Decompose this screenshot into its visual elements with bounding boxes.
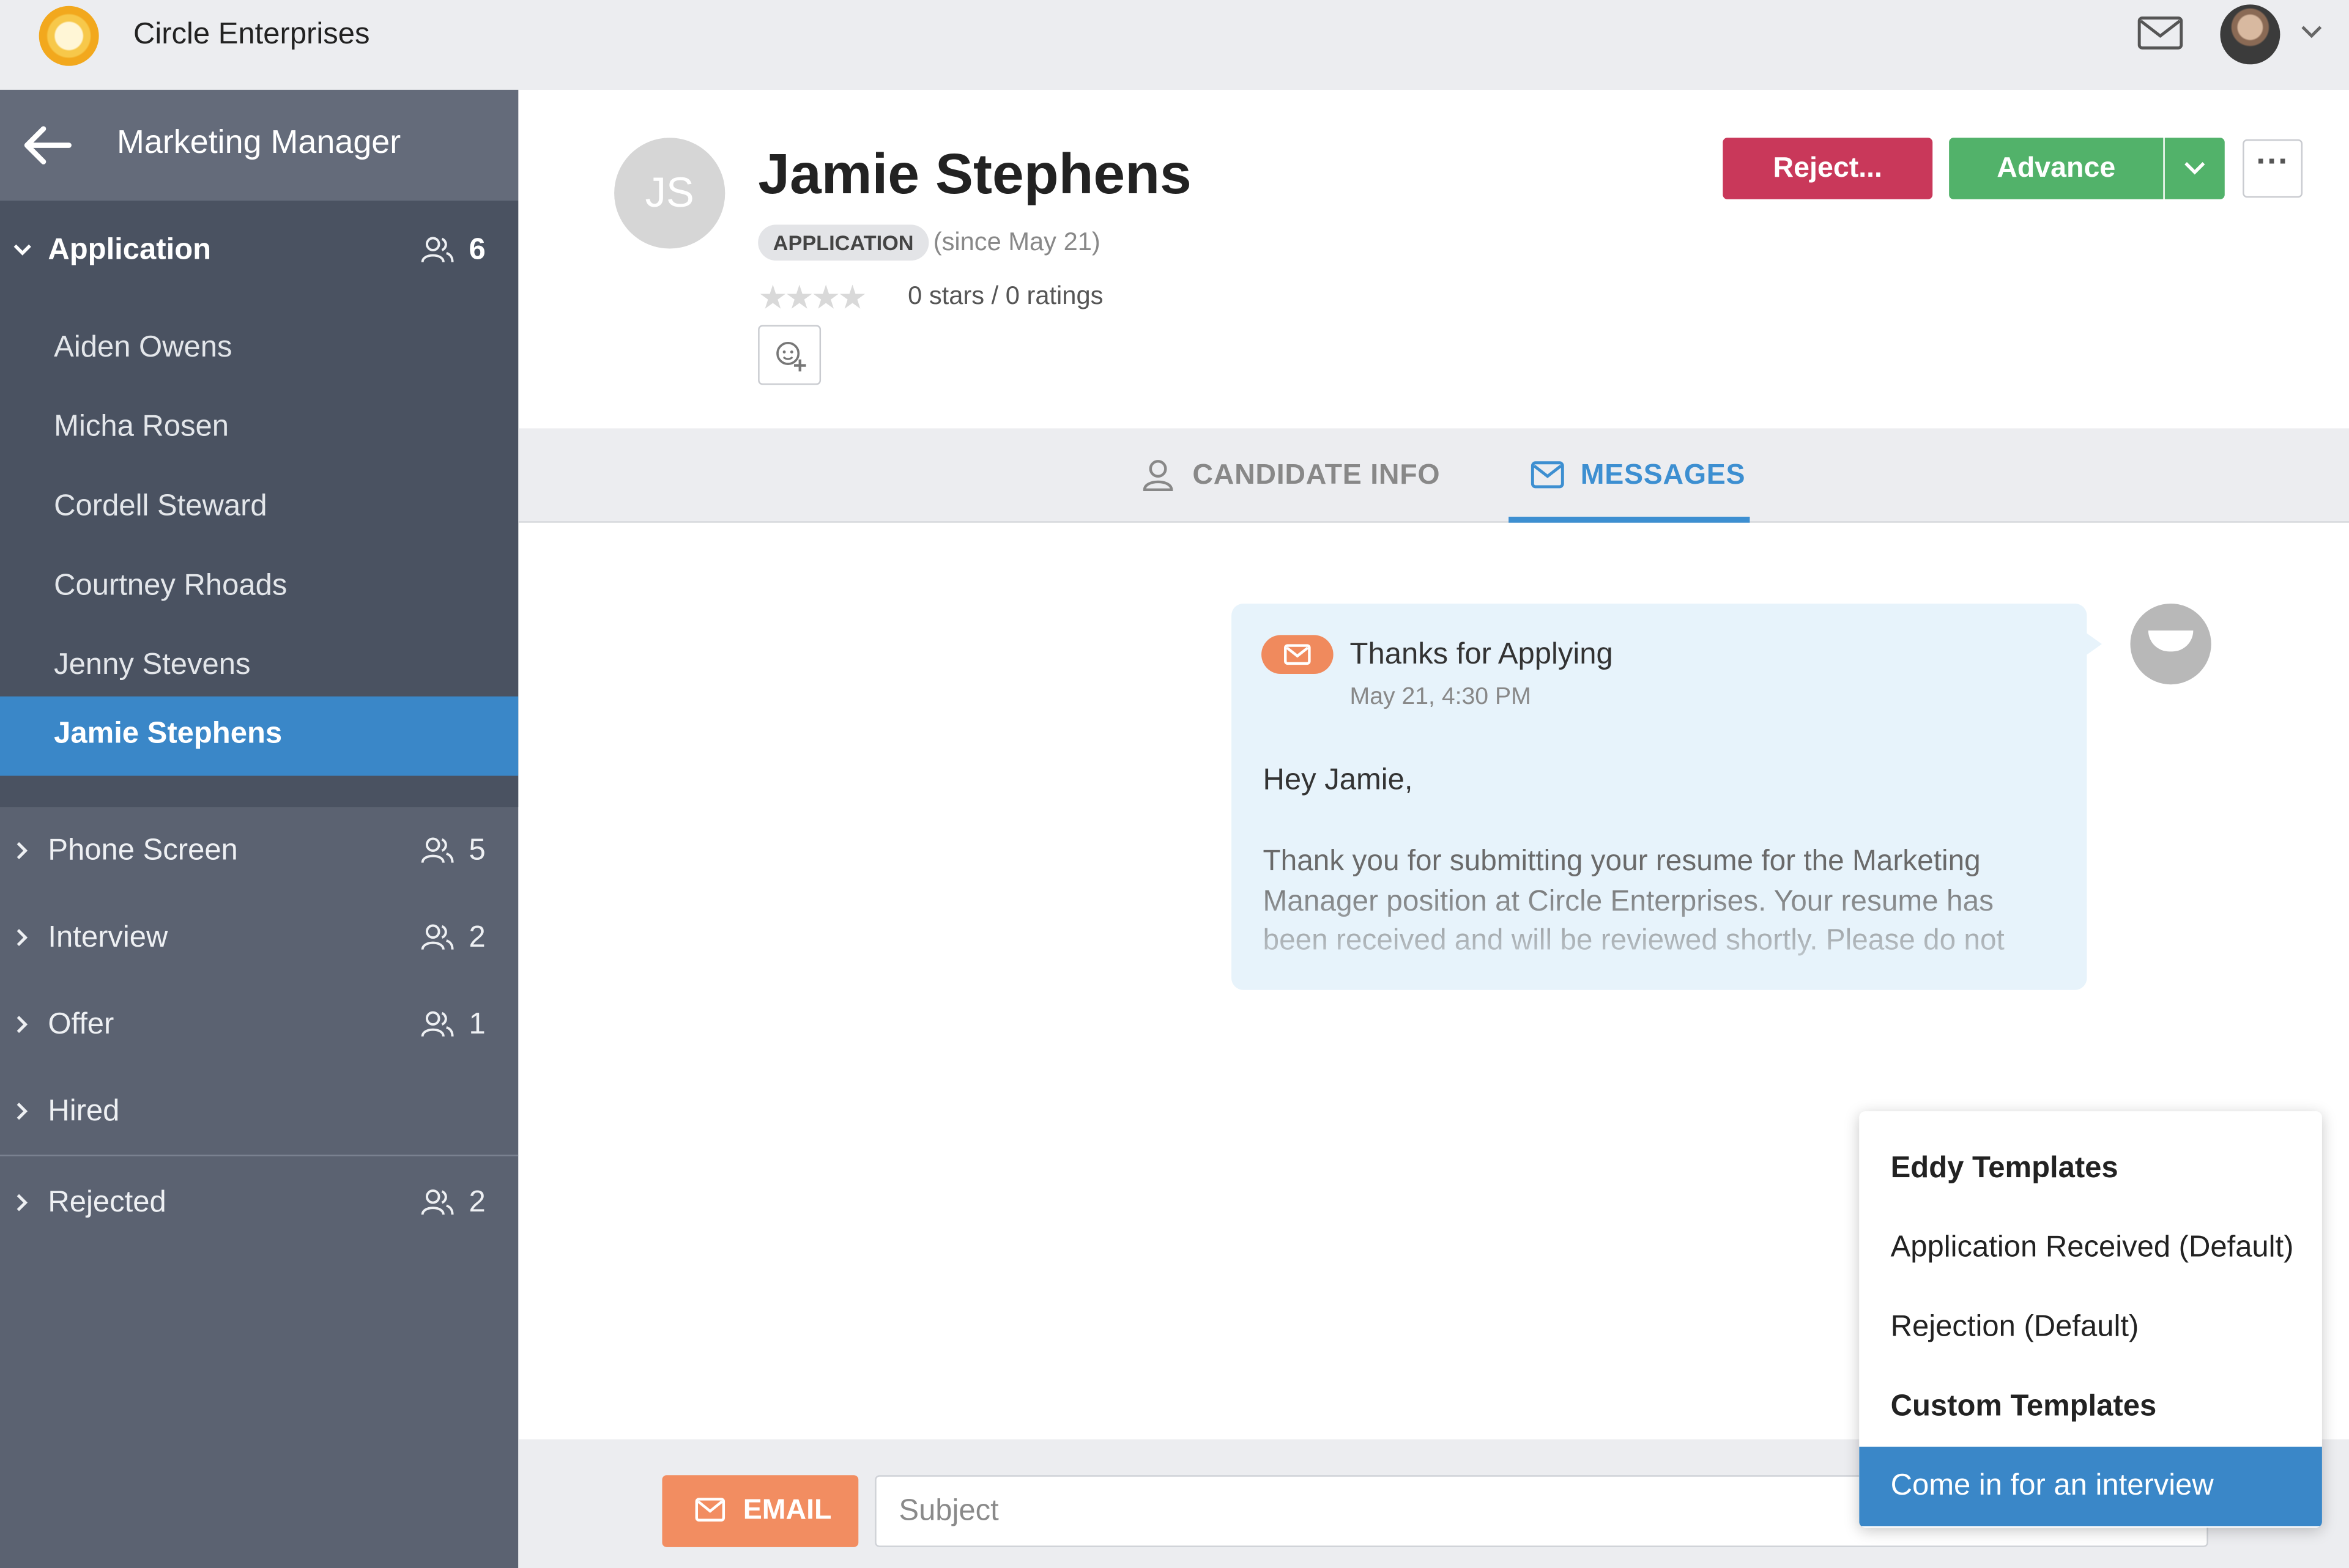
candidate-item-jamie-stephens[interactable]: Jamie Stephens (0, 696, 519, 776)
template-group-custom: Custom Templates (1859, 1367, 2322, 1447)
stage-phone-screen[interactable]: Phone Screen 5 (0, 810, 518, 894)
people-icon (421, 237, 454, 263)
active-tab-indicator (1508, 516, 1750, 523)
candidate-item-courtney-rhoads[interactable]: Courtney Rhoads (0, 548, 518, 627)
message-subject: Thanks for Applying (1349, 638, 1613, 671)
candidate-avatar: JS (614, 138, 725, 249)
chevron-right-icon (17, 1103, 28, 1120)
tab-bar: CANDIDATE INFO MESSAGES (518, 428, 2349, 523)
template-come-in-for-interview[interactable]: Come in for an interview (1859, 1446, 2322, 1526)
tab-label: CANDIDATE INFO (1192, 459, 1441, 492)
message-date: May 21, 4:30 PM (1349, 684, 1531, 710)
tab-candidate-info[interactable]: CANDIDATE INFO (1141, 428, 1441, 521)
tab-label: MESSAGES (1580, 459, 1746, 492)
stage-count: 1 (469, 1008, 486, 1041)
app-root: Circle Enterprises Marketing Manager App… (0, 0, 2349, 1568)
sender-avatar (2130, 603, 2211, 685)
add-follower-icon (776, 341, 806, 372)
candidate-name: Cordell Steward (54, 489, 267, 523)
candidate-name: Aiden Owens (54, 331, 232, 364)
top-bar: Circle Enterprises (0, 0, 2349, 92)
star-rating[interactable]: ★★★★ (758, 279, 867, 318)
template-rejection[interactable]: Rejection (Default) (1859, 1288, 2322, 1367)
chevron-down-icon[interactable] (2298, 21, 2325, 42)
ratings-summary: 0 stars / 0 ratings (908, 281, 1104, 310)
stage-count: 5 (469, 834, 486, 867)
job-title: Marketing Manager (117, 122, 401, 161)
candidate-item-cordell-steward[interactable]: Cordell Steward (0, 469, 518, 549)
email-button[interactable]: EMAIL (662, 1475, 859, 1547)
people-icon (421, 1189, 454, 1215)
stage-offer[interactable]: Offer 1 (0, 984, 518, 1068)
stage-interview[interactable]: Interview 2 (0, 897, 518, 981)
candidate-item-jenny-stevens[interactable]: Jenny Stevens (0, 627, 518, 707)
mail-icon (695, 1498, 725, 1522)
candidate-name: Courtney Rhoads (54, 569, 288, 602)
stage-badge: APPLICATION (758, 224, 929, 261)
stage-count: 2 (469, 921, 486, 955)
template-label: Rejection (Default) (1890, 1310, 2139, 1344)
stage-label: Rejected (48, 1186, 166, 1219)
template-group-label: Custom Templates (1890, 1389, 2157, 1423)
people-icon (421, 924, 454, 950)
chevron-down-icon (2184, 162, 2205, 175)
stage-count: 2 (469, 1186, 486, 1219)
candidate-name: Jamie Stephens (54, 717, 283, 750)
sidebar: Marketing Manager Application 6 Aiden Ow… (0, 89, 519, 1568)
stage-label: Application (48, 234, 212, 267)
template-label: Come in for an interview (1890, 1469, 2214, 1503)
chevron-right-icon (17, 929, 28, 947)
people-icon (421, 1011, 454, 1037)
mail-icon[interactable] (2136, 13, 2184, 53)
stage-label: Interview (48, 921, 168, 955)
add-follower-button[interactable] (758, 325, 822, 385)
template-group-eddy: Eddy Templates (1859, 1130, 2322, 1209)
template-group-label: Eddy Templates (1890, 1152, 2118, 1185)
company-logo (39, 6, 99, 66)
chevron-right-icon (17, 842, 28, 860)
tab-messages[interactable]: MESSAGES (1508, 428, 1750, 523)
reject-button[interactable]: Reject... (1723, 138, 1933, 199)
person-icon (1143, 460, 1173, 492)
email-button-label: EMAIL (743, 1495, 832, 1526)
stage-rejected[interactable]: Rejected 2 (0, 1162, 518, 1246)
candidate-item-micha-rosen[interactable]: Micha Rosen (0, 390, 518, 469)
email-icon (1261, 635, 1334, 675)
chevron-right-icon (17, 1194, 28, 1211)
stage-label: Phone Screen (48, 834, 238, 867)
mail-icon (1531, 461, 1564, 489)
stage-label: Offer (48, 1008, 114, 1041)
template-dropdown: Eddy Templates Application Received (Def… (1859, 1111, 2322, 1528)
stage-hired[interactable]: Hired (0, 1071, 518, 1155)
message-greeting: Hey Jamie, (1263, 763, 1413, 797)
sidebar-header: Marketing Manager (0, 89, 519, 201)
people-icon (421, 837, 454, 864)
candidate-item-aiden-owens[interactable]: Aiden Owens (0, 310, 518, 390)
advance-dropdown-button[interactable] (2164, 138, 2225, 199)
stage-count: 6 (469, 234, 486, 267)
message-fade (1231, 873, 2087, 990)
back-arrow-icon[interactable] (21, 123, 72, 168)
company-name: Circle Enterprises (133, 18, 370, 51)
template-label: Application Received (Default) (1890, 1231, 2294, 1264)
candidate-name-heading: Jamie Stephens (758, 144, 1192, 207)
chevron-down-icon (13, 244, 31, 256)
user-avatar[interactable] (2220, 4, 2280, 65)
sidebar-divider (0, 1155, 519, 1156)
chevron-right-icon (17, 1016, 28, 1034)
stage-label: Hired (48, 1095, 120, 1128)
more-options-button[interactable]: ··· (2243, 139, 2303, 198)
message-card[interactable]: Thanks for Applying May 21, 4:30 PM Hey … (1231, 603, 2087, 990)
advance-button[interactable]: Advance (1949, 138, 2164, 199)
template-application-received[interactable]: Application Received (Default) (1859, 1208, 2322, 1288)
stage-application[interactable]: Application 6 (0, 210, 518, 294)
candidate-name: Micha Rosen (54, 410, 229, 443)
stage-since: (since May 21) (933, 227, 1100, 256)
stage-application-group: Application 6 Aiden Owens Micha Rosen Co… (0, 201, 519, 808)
candidate-name: Jenny Stevens (54, 648, 251, 682)
